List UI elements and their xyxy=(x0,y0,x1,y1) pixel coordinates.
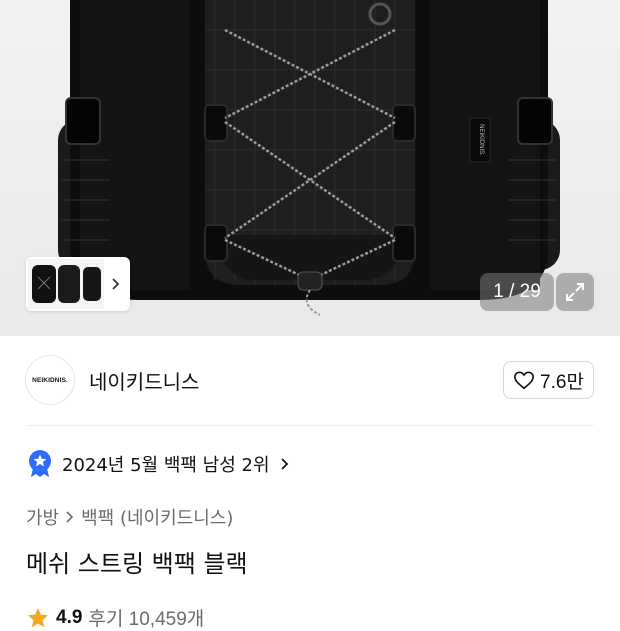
fullscreen-button[interactable] xyxy=(556,273,594,311)
image-counter: 1 / 29 xyxy=(480,273,554,311)
like-button[interactable]: 7.6만 xyxy=(503,361,594,399)
breadcrumb-item-bags[interactable]: 가방 xyxy=(26,504,59,530)
ranking-text: 2024년 5월 백팩 남성 2위 xyxy=(62,455,270,476)
chevron-right-icon xyxy=(112,278,120,290)
product-title: 메쉬 스트링 백팩 블랙 xyxy=(26,550,248,578)
review-count: 후기 10,459개 xyxy=(88,609,205,630)
brand-logo[interactable]: NEIKIDNIS. xyxy=(25,355,75,405)
star-icon xyxy=(28,607,48,627)
brand-tag-text: NEIKIDNIS. xyxy=(478,124,484,156)
brand-logo-text: NEIKIDNIS. xyxy=(32,376,68,384)
thumbnail-images xyxy=(28,259,104,309)
expand-icon xyxy=(566,283,584,301)
heart-icon xyxy=(514,371,534,390)
divider xyxy=(26,425,594,426)
thumbnail-strip-button[interactable] xyxy=(26,257,130,311)
chevron-right-icon xyxy=(280,458,288,470)
breadcrumb: 가방 백팩 (네이키드니스) xyxy=(26,504,233,530)
chevron-right-icon xyxy=(66,511,74,523)
rating-summary[interactable]: 4.9 후기 10,459개 xyxy=(26,604,204,631)
product-image-viewer[interactable]: NEIKIDNIS. 1 / 29 xyxy=(0,0,620,336)
ranking-badge-icon xyxy=(29,450,51,477)
ranking-link[interactable]: 2024년 5월 백팩 남성 2위 xyxy=(28,450,290,478)
brand-name-link[interactable]: 네이키드니스 xyxy=(89,366,199,395)
breadcrumb-item-backpack[interactable]: 백팩 (네이키드니스) xyxy=(81,504,233,530)
rating-score: 4.9 xyxy=(56,606,83,628)
like-count: 7.6만 xyxy=(540,371,584,393)
